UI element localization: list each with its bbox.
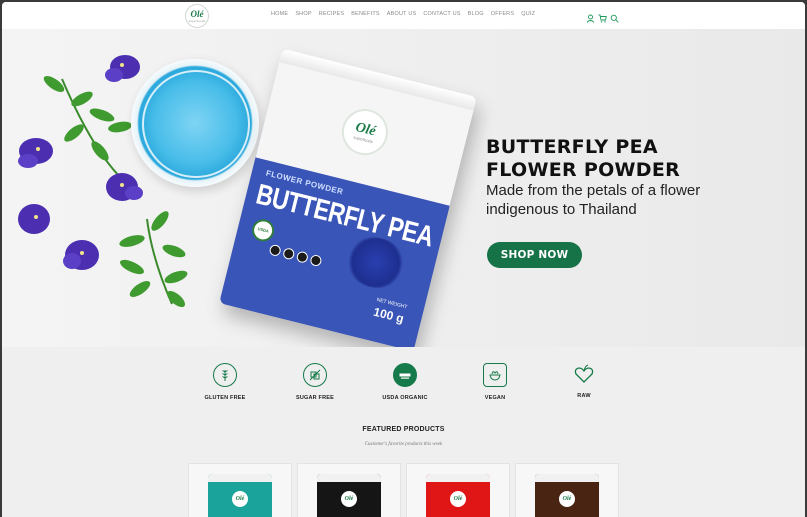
nav-recipes[interactable]: RECIPES — [319, 11, 345, 17]
feature-label: USDA ORGANIC — [382, 395, 428, 401]
feature-label: RAW — [577, 393, 591, 399]
product-card[interactable]: Olé — [297, 463, 401, 517]
feature-label: VEGAN — [484, 395, 506, 401]
feature-sugar-free: SUGAR FREE — [285, 363, 345, 401]
product-logo: Olé — [559, 491, 575, 507]
nav-offers[interactable]: OFFERS — [491, 11, 515, 17]
nav-home[interactable]: HOME — [271, 11, 288, 17]
feature-gluten-free: GLUTEN FREE — [195, 363, 255, 401]
featured-products-title: FEATURED PRODUCTS — [362, 426, 445, 433]
nav-shop[interactable]: SHOP — [295, 11, 311, 17]
product-image: Olé — [426, 474, 490, 517]
hero-title-line1: BUTTERFLY PEA — [486, 136, 658, 158]
feature-raw: RAW — [554, 363, 614, 399]
shop-now-button[interactable]: SHOP NOW — [487, 242, 582, 268]
nav-contact-us[interactable]: CONTACT US — [423, 11, 460, 17]
bowl-rim — [142, 70, 250, 178]
hero-title: BUTTERFLY PEA FLOWER POWDER — [486, 136, 680, 182]
header-icons — [586, 10, 619, 23]
product-card[interactable]: Olé — [515, 463, 619, 517]
nav-quiz[interactable]: QUIZ — [521, 11, 535, 17]
feature-vegan: VEGAN — [465, 363, 525, 401]
hero-subtitle: Made from the petals of a flower indigen… — [486, 182, 701, 218]
feature-usda-organic: USDA ORGANIC — [375, 363, 435, 401]
nav-about-us[interactable]: ABOUT US — [387, 11, 417, 17]
site-logo[interactable]: Olé superfoods — [185, 4, 209, 28]
nav-blog[interactable]: BLOG — [468, 11, 484, 17]
product-image: Olé — [535, 474, 599, 517]
product-card[interactable]: Olé — [188, 463, 292, 517]
features-section: GLUTEN FREE SUGAR FREE USDA ORGANIC VEGA… — [2, 347, 805, 517]
logo-sub: superfoods — [188, 18, 206, 23]
feature-label: SUGAR FREE — [295, 395, 335, 401]
feature-label: GLUTEN FREE — [204, 395, 246, 401]
product-image: Olé — [317, 474, 381, 517]
featured-products-subtitle: Customer's favorite products this week — [364, 442, 443, 447]
product-image: Olé — [208, 474, 272, 517]
main-nav: HOME SHOP RECIPES BENEFITS ABOUT US CONT… — [271, 11, 542, 17]
hero-title-line2: FLOWER POWDER — [486, 159, 681, 181]
search-icon[interactable] — [610, 10, 619, 23]
site-header: Olé superfoods HOME SHOP RECIPES BENEFIT… — [2, 2, 805, 29]
product-logo: Olé — [341, 491, 357, 507]
no-sugar-icon — [303, 363, 327, 387]
cart-icon[interactable] — [598, 10, 607, 23]
usda-organic-icon — [393, 363, 417, 387]
logo-brand: Olé — [190, 8, 204, 19]
vegan-bowl-icon — [483, 363, 507, 387]
product-logo: Olé — [450, 491, 466, 507]
heart-leaf-icon — [573, 363, 595, 385]
hero-banner: Olé superfoods FLOWER POWDER BUTTERFLY P… — [2, 29, 805, 347]
product-card[interactable]: Olé — [406, 463, 510, 517]
product-logo: Olé — [232, 491, 248, 507]
browser-page: Olé superfoods HOME SHOP RECIPES BENEFIT… — [2, 2, 805, 517]
wheat-icon — [213, 363, 237, 387]
nav-benefits[interactable]: BENEFITS — [351, 11, 380, 17]
user-icon[interactable] — [586, 10, 595, 23]
